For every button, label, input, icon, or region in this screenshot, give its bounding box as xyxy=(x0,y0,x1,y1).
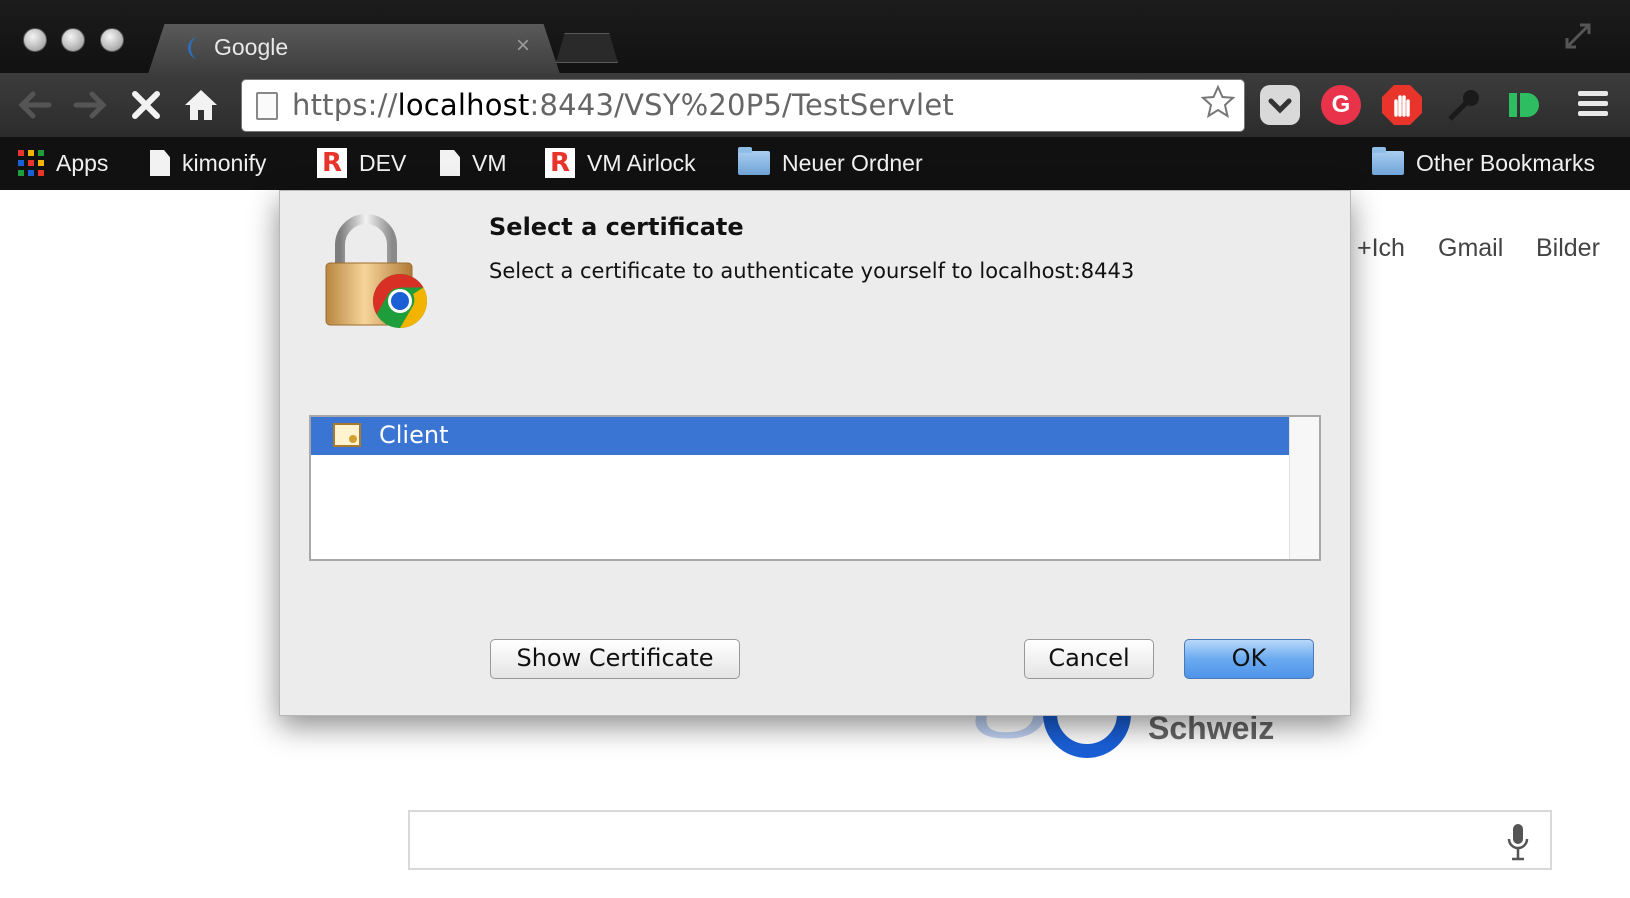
document-icon xyxy=(150,150,170,176)
bookmark-label: DEV xyxy=(359,149,407,176)
ok-button[interactable]: OK xyxy=(1184,639,1314,679)
adblock-icon[interactable] xyxy=(1382,85,1422,125)
bookmark-vm-airlock[interactable]: R VM Airlock xyxy=(545,147,696,179)
dialog-message: Select a certificate to authenticate you… xyxy=(489,259,1135,283)
browser-window: Google × https://localhost:8443/VSY%20P5… xyxy=(0,0,1630,898)
link-bilder[interactable]: Bilder xyxy=(1536,234,1600,263)
folder-icon xyxy=(1372,147,1404,175)
toolbar: https://localhost:8443/VSY%20P5/TestServ… xyxy=(0,73,1630,137)
new-tab-button[interactable] xyxy=(556,33,618,63)
bookmark-vm[interactable]: VM xyxy=(440,147,507,179)
certificate-list[interactable]: Client xyxy=(309,415,1321,561)
bookmark-star-icon[interactable] xyxy=(1200,84,1236,130)
minimize-window-button[interactable] xyxy=(61,28,85,52)
pocket-icon[interactable] xyxy=(1260,85,1300,125)
certificate-item-client[interactable]: Client xyxy=(311,417,1291,455)
tab-close-icon[interactable]: × xyxy=(516,32,530,60)
key-icon[interactable] xyxy=(1444,85,1484,125)
back-arrow-icon[interactable] xyxy=(15,85,55,125)
fullscreen-icon[interactable] xyxy=(1564,22,1592,50)
bookmark-label: VM xyxy=(472,149,507,176)
certificate-label: Client xyxy=(379,421,449,449)
certificate-dialog: Select a certificate Select a certificat… xyxy=(279,190,1351,716)
bookmark-neuer-ordner[interactable]: Neuer Ordner xyxy=(738,147,923,179)
bookmark-label: Other Bookmarks xyxy=(1416,149,1595,176)
folder-icon xyxy=(738,147,770,175)
url-host: localhost xyxy=(397,88,530,122)
bookmark-dev[interactable]: R DEV xyxy=(317,147,406,179)
lock-chrome-icon xyxy=(322,209,432,329)
bookmarks-bar: Apps kimonify R DEV VM R VM Airlock Neue… xyxy=(0,137,1630,190)
bookmark-kimonify[interactable]: kimonify xyxy=(150,147,266,179)
document-icon xyxy=(440,150,460,176)
url-path: :8443/VSY%20P5/TestServlet xyxy=(529,88,954,122)
search-input[interactable] xyxy=(408,810,1552,870)
bookmark-apps[interactable]: Apps xyxy=(18,147,108,179)
bookmark-label: kimonify xyxy=(182,149,267,176)
url-scheme: https:// xyxy=(292,88,398,122)
link-gmail[interactable]: Gmail xyxy=(1438,234,1503,263)
certificate-icon xyxy=(333,423,361,447)
r-logo-icon: R xyxy=(545,148,575,178)
loading-spinner-icon xyxy=(188,37,208,59)
forward-arrow-icon[interactable] xyxy=(70,85,110,125)
bookmark-label: VM Airlock xyxy=(587,149,696,176)
cancel-button[interactable]: Cancel xyxy=(1024,639,1154,679)
link-plus-ich[interactable]: +Ich xyxy=(1357,234,1405,263)
tab-google[interactable]: Google × xyxy=(148,24,560,74)
address-bar[interactable]: https://localhost:8443/VSY%20P5/TestServ… xyxy=(241,79,1245,132)
grammarly-icon[interactable]: G xyxy=(1321,85,1361,125)
apps-grid-icon xyxy=(18,150,44,176)
tab-title: Google xyxy=(214,34,289,60)
page-icon xyxy=(256,92,278,120)
show-certificate-button[interactable]: Show Certificate xyxy=(490,639,740,679)
bookmark-label: Neuer Ordner xyxy=(782,149,923,176)
close-window-button[interactable] xyxy=(23,28,47,52)
bookmark-label: Apps xyxy=(56,149,109,176)
title-bar: Google × xyxy=(0,0,1630,74)
bookmark-other-bookmarks[interactable]: Other Bookmarks xyxy=(1372,147,1595,179)
zoom-window-button[interactable] xyxy=(100,28,124,52)
r-logo-icon: R xyxy=(317,148,347,178)
url-text[interactable]: https://localhost:8443/VSY%20P5/TestServ… xyxy=(292,88,954,122)
pushbullet-icon[interactable] xyxy=(1505,85,1545,125)
home-icon[interactable] xyxy=(181,85,221,125)
dialog-title: Select a certificate xyxy=(489,213,744,241)
list-scrollbar[interactable] xyxy=(1289,417,1319,559)
menu-icon[interactable] xyxy=(1578,91,1608,117)
stop-icon[interactable] xyxy=(126,85,166,125)
microphone-icon[interactable] xyxy=(1506,822,1530,862)
